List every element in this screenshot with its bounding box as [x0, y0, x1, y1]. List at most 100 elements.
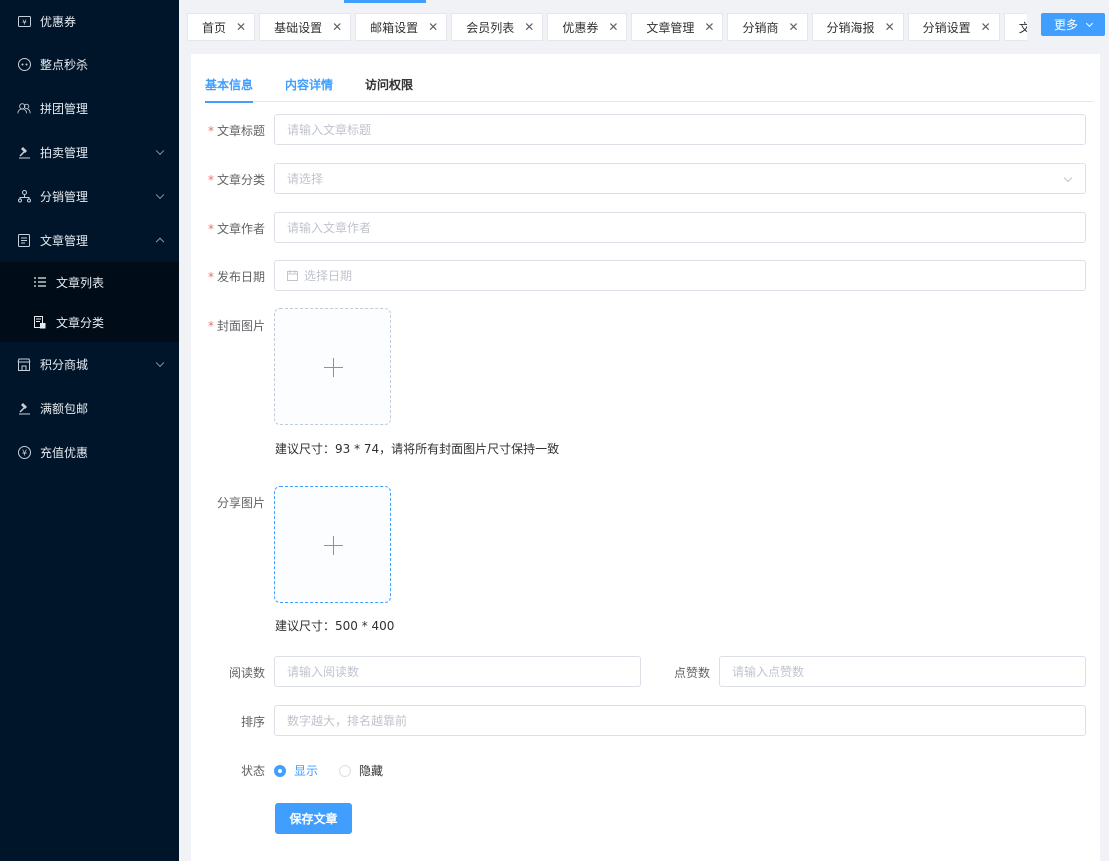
label-text: 阅读数 — [228, 666, 265, 680]
required-mark: * — [207, 270, 214, 284]
status-radio-show[interactable]: 显示 — [274, 762, 318, 779]
close-icon[interactable]: ✕ — [524, 20, 534, 34]
sidebar-subitem-article-list[interactable]: 文章列表 — [0, 262, 179, 302]
chevron-down-icon — [155, 358, 165, 368]
sidebar-item-coupon[interactable]: ¥ 优惠券 — [0, 0, 179, 42]
tab-label: 分销设置 — [922, 20, 971, 35]
placeholder: 选择日期 — [304, 269, 353, 283]
share-label: 分享图片 — [205, 494, 265, 511]
close-icon[interactable]: ✕ — [608, 20, 618, 34]
close-icon[interactable]: ✕ — [885, 20, 895, 34]
reads-input[interactable]: 请输入阅读数 — [274, 656, 641, 687]
close-icon[interactable]: ✕ — [236, 20, 246, 34]
auction-hammer-icon — [17, 145, 31, 159]
sidebar-item-label: 分销管理 — [40, 189, 89, 204]
share-size-hint: 建议尺寸：500 * 400 — [275, 619, 395, 633]
tab-email-settings[interactable]: 邮箱设置 ✕ — [355, 13, 448, 41]
title-input[interactable]: 请输入文章标题 — [274, 114, 1086, 145]
sidebar-subitem-article-category[interactable]: 文章分类 — [0, 302, 179, 342]
placeholder: 请输入阅读数 — [287, 665, 360, 679]
sidebar-item-label: 拍卖管理 — [40, 145, 89, 160]
svg-text:¥: ¥ — [21, 448, 26, 457]
likes-label: 点赞数 — [650, 664, 710, 681]
tab-member-list[interactable]: 会员列表 ✕ — [451, 13, 544, 41]
category-icon — [33, 315, 47, 329]
open-tabs: 首页 ✕ 基础设置 ✕ 邮箱设置 ✕ 会员列表 ✕ 优惠券 ✕ 文章管理 ✕ 分销商 ✕ 分销… — [187, 13, 1027, 41]
sort-input[interactable]: 数字越大，排名越靠前 — [274, 705, 1086, 736]
label-text: 文章作者 — [216, 222, 265, 236]
title-label: * 文章标题 — [205, 122, 265, 139]
sidebar-item-points-mall[interactable]: 积分商城 — [0, 342, 179, 386]
tab-basic-info[interactable]: 基本信息 — [205, 76, 254, 103]
tab-content-details[interactable]: 内容详情 — [285, 76, 333, 102]
yen-icon: ¥ — [17, 445, 31, 459]
sidebar-item-label: 优惠券 — [40, 14, 77, 29]
list-icon — [33, 275, 47, 289]
tab-article-category[interactable]: 文章分类✕ — [1003, 13, 1027, 41]
required-mark: * — [207, 124, 214, 138]
tab-home[interactable]: 首页 ✕ — [187, 13, 256, 41]
tab-distributors[interactable]: 分销商 ✕ — [727, 13, 808, 41]
cover-image-uploader[interactable] — [274, 308, 391, 425]
svg-text:¥: ¥ — [22, 18, 27, 26]
tab-label: 首页 — [202, 20, 227, 35]
more-tabs-button[interactable]: 更多 — [1041, 13, 1105, 36]
placeholder: 请输入点赞数 — [732, 665, 805, 679]
label-text: 发布日期 — [216, 270, 265, 284]
label-text: 点赞数 — [673, 666, 710, 680]
distribution-icon — [17, 189, 31, 203]
coupon-icon: ¥ — [17, 14, 31, 28]
sidebar-item-distribution[interactable]: 分销管理 — [0, 174, 179, 218]
sidebar-item-label: 充值优惠 — [40, 445, 89, 460]
tab-distribution-settings[interactable]: 分销设置 ✕ — [907, 13, 1000, 41]
radio-label: 显示 — [294, 764, 319, 778]
close-icon[interactable]: ✕ — [704, 20, 714, 34]
save-article-button[interactable]: 保存文章 — [275, 803, 352, 834]
tab-article-management[interactable]: 文章管理 ✕ — [631, 13, 724, 41]
plus-icon-vertical — [333, 536, 334, 555]
sidebar-item-recharge[interactable]: ¥ 充值优惠 — [0, 430, 179, 474]
tab-coupon[interactable]: 优惠券 ✕ — [547, 13, 628, 41]
tab-label: 优惠券 — [562, 20, 599, 35]
form-tabs: 基本信息 内容详情 访问权限 — [205, 76, 1093, 103]
tab-basic-settings[interactable]: 基础设置 ✕ — [259, 13, 352, 41]
flash-sale-icon — [17, 57, 31, 71]
article-icon — [17, 233, 31, 247]
tab-label: 会员列表 — [466, 20, 515, 35]
radio-dot — [274, 764, 286, 777]
author-label: * 文章作者 — [205, 220, 265, 237]
sidebar-item-auction[interactable]: 拍卖管理 — [0, 130, 179, 174]
close-icon[interactable]: ✕ — [332, 20, 342, 34]
sidebar-item-article[interactable]: 文章管理 — [0, 218, 179, 262]
date-picker[interactable]: 选择日期 — [274, 260, 1086, 291]
tab-label: 文章管理 — [646, 20, 695, 35]
tab-label: 基础设置 — [274, 20, 323, 35]
sidebar-item-group-buy[interactable]: 拼团管理 — [0, 86, 179, 130]
category-select[interactable]: 请选择 — [274, 163, 1086, 194]
placeholder: 请输入文章标题 — [287, 123, 372, 137]
required-mark: * — [207, 319, 214, 333]
chevron-up-icon — [155, 237, 165, 247]
sidebar-item-flash-sale[interactable]: 整点秒杀 — [0, 42, 179, 86]
close-icon[interactable]: ✕ — [428, 20, 438, 34]
share-image-uploader[interactable] — [274, 486, 391, 603]
placeholder: 请输入文章作者 — [287, 221, 372, 235]
sidebar-item-label: 文章列表 — [56, 275, 105, 290]
radio-label: 隐藏 — [359, 764, 384, 778]
label-text: 封面图片 — [216, 319, 265, 333]
close-icon[interactable]: ✕ — [788, 20, 798, 34]
radio-dot — [339, 764, 351, 777]
author-input[interactable]: 请输入文章作者 — [274, 212, 1086, 243]
tab-label: 邮箱设置 — [370, 20, 419, 35]
likes-input[interactable]: 请输入点赞数 — [719, 656, 1086, 687]
status-radio-hide[interactable]: 隐藏 — [339, 762, 383, 779]
sidebar-item-label: 文章分类 — [56, 315, 105, 330]
chevron-down-icon — [1085, 19, 1094, 27]
tab-access-permission[interactable]: 访问权限 — [365, 76, 413, 102]
label-text: 文章标题 — [216, 124, 265, 138]
sidebar-item-free-shipping[interactable]: 满额包邮 — [0, 386, 179, 430]
tab-distribution-poster[interactable]: 分销海报 ✕ — [811, 13, 904, 41]
close-icon[interactable]: ✕ — [981, 20, 991, 34]
cover-label: * 封面图片 — [205, 317, 265, 334]
store-icon — [17, 357, 31, 371]
